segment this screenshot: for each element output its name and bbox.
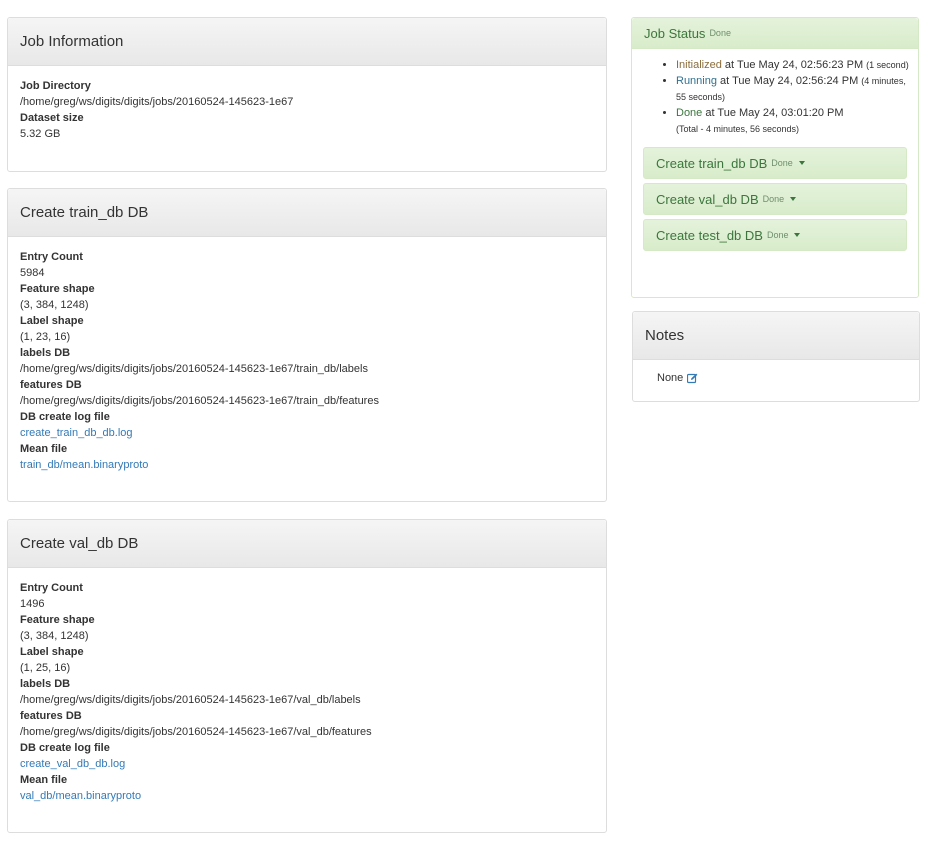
job-status-heading: Job Status Done bbox=[632, 18, 918, 49]
status-event: Done at Tue May 24, 03:01:20 PM (Total - … bbox=[676, 105, 918, 137]
status-duration: (1 second) bbox=[866, 60, 909, 70]
features-db-label: features DB bbox=[20, 710, 82, 722]
entry-count-label: Entry Count bbox=[20, 251, 83, 263]
log-file-link[interactable]: create_val_db_db.log bbox=[20, 758, 125, 770]
task-label: Create val_db DB bbox=[656, 191, 759, 207]
feature-shape-label: Feature shape bbox=[20, 614, 95, 626]
task-train-db-dropdown[interactable]: Create train_db DB Done bbox=[643, 147, 907, 179]
label-shape-value: (1, 25, 16) bbox=[20, 662, 71, 674]
status-event-list: Initialized at Tue May 24, 02:56:23 PM (… bbox=[632, 57, 918, 137]
status-event: Running at Tue May 24, 02:56:24 PM (4 mi… bbox=[676, 73, 918, 105]
features-db-value: /home/greg/ws/digits/digits/jobs/2016052… bbox=[20, 395, 379, 407]
status-initialized: Initialized bbox=[676, 59, 722, 71]
train-db-panel: Create train_db DB Entry Count 5984 Feat… bbox=[7, 188, 607, 502]
mean-file-link[interactable]: val_db/mean.binaryproto bbox=[20, 790, 141, 802]
log-file-label: DB create log file bbox=[20, 742, 110, 754]
feature-shape-value: (3, 384, 1248) bbox=[20, 299, 89, 311]
labels-db-label: labels DB bbox=[20, 347, 71, 359]
job-directory-value: /home/greg/ws/digits/digits/jobs/2016052… bbox=[20, 96, 294, 108]
features-db-value: /home/greg/ws/digits/digits/jobs/2016052… bbox=[20, 726, 372, 738]
notes-value: None bbox=[657, 372, 684, 384]
features-db-label: features DB bbox=[20, 379, 82, 391]
task-state: Done bbox=[762, 194, 785, 204]
feature-shape-value: (3, 384, 1248) bbox=[20, 630, 89, 642]
task-val-db-dropdown[interactable]: Create val_db DB Done bbox=[643, 183, 907, 215]
caret-down-icon bbox=[790, 197, 797, 201]
log-file-link[interactable]: create_train_db_db.log bbox=[20, 427, 133, 439]
caret-down-icon bbox=[798, 161, 805, 165]
status-time: at Tue May 24, 02:56:23 PM bbox=[721, 59, 867, 71]
panel-title: Create val_db DB bbox=[8, 520, 606, 568]
labels-db-value: /home/greg/ws/digits/digits/jobs/2016052… bbox=[20, 694, 361, 706]
feature-shape-label: Feature shape bbox=[20, 283, 95, 295]
val-db-panel: Create val_db DB Entry Count 1496 Featur… bbox=[7, 519, 607, 833]
caret-down-icon bbox=[794, 233, 801, 237]
entry-count-value: 5984 bbox=[20, 267, 45, 279]
task-label: Create train_db DB bbox=[656, 155, 768, 171]
entry-count-value: 1496 bbox=[20, 598, 45, 610]
status-running: Running bbox=[676, 75, 717, 87]
task-label: Create test_db DB bbox=[656, 227, 763, 243]
status-duration: (Total - 4 minutes, 56 seconds) bbox=[676, 124, 800, 134]
panel-title: Notes bbox=[633, 312, 919, 360]
dataset-size-value: 5.32 GB bbox=[20, 128, 61, 140]
entry-count-label: Entry Count bbox=[20, 582, 83, 594]
mean-file-label: Mean file bbox=[20, 774, 68, 786]
label-shape-label: Label shape bbox=[20, 646, 84, 658]
task-test-db-dropdown[interactable]: Create test_db DB Done bbox=[643, 219, 907, 251]
status-time: at Tue May 24, 02:56:24 PM bbox=[716, 75, 862, 87]
status-time: at Tue May 24, 03:01:20 PM bbox=[702, 107, 844, 119]
job-status-state: Done bbox=[709, 28, 731, 38]
log-file-label: DB create log file bbox=[20, 411, 110, 423]
mean-file-link[interactable]: train_db/mean.binaryproto bbox=[20, 459, 148, 471]
status-event: Initialized at Tue May 24, 02:56:23 PM (… bbox=[676, 57, 918, 73]
notes-panel: Notes None bbox=[632, 311, 920, 402]
task-state: Done bbox=[771, 158, 793, 168]
edit-icon[interactable] bbox=[687, 373, 698, 384]
labels-db-label: labels DB bbox=[20, 678, 71, 690]
mean-file-label: Mean file bbox=[20, 443, 68, 455]
job-status-title: Job Status bbox=[644, 25, 706, 41]
task-state: Done bbox=[766, 230, 789, 240]
job-status-panel: Job Status Done Initialized at Tue May 2… bbox=[631, 17, 919, 298]
label-shape-value: (1, 23, 16) bbox=[20, 331, 71, 343]
panel-title: Job Information bbox=[8, 18, 606, 66]
job-information-panel: Job Information Job Directory /home/greg… bbox=[7, 17, 607, 172]
dataset-size-label: Dataset size bbox=[20, 112, 84, 124]
job-directory-label: Job Directory bbox=[20, 80, 91, 92]
panel-title: Create train_db DB bbox=[8, 189, 606, 237]
label-shape-label: Label shape bbox=[20, 315, 84, 327]
labels-db-value: /home/greg/ws/digits/digits/jobs/2016052… bbox=[20, 363, 368, 375]
status-done: Done bbox=[676, 107, 703, 119]
